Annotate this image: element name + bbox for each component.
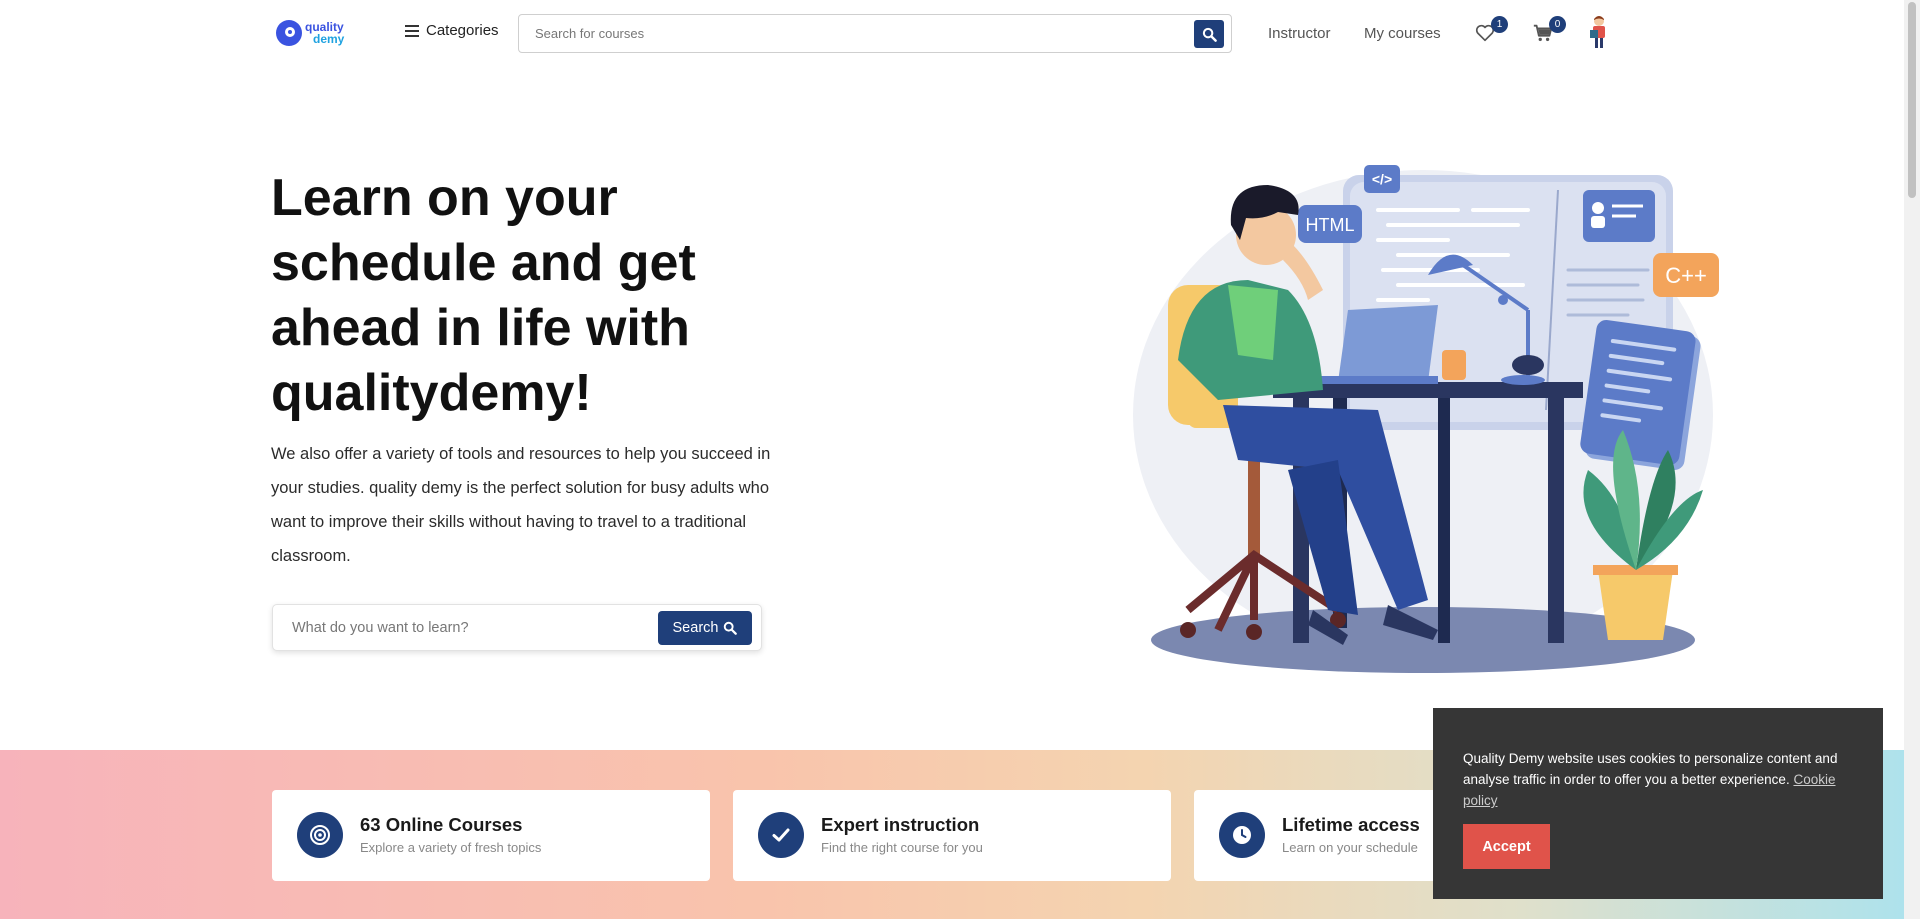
hero-search-input[interactable] bbox=[290, 619, 654, 637]
html-badge-text: HTML bbox=[1306, 215, 1355, 235]
wishlist-count-badge: 1 bbox=[1491, 16, 1508, 33]
logo-text-line2: demy bbox=[313, 32, 345, 46]
search-icon bbox=[724, 621, 738, 635]
feature-title: Expert instruction bbox=[821, 814, 980, 835]
hero-search-button[interactable]: Search bbox=[658, 611, 752, 645]
feature-subtitle: Explore a variety of fresh topics bbox=[360, 840, 542, 855]
target-icon bbox=[297, 812, 343, 858]
avatar-icon bbox=[1590, 16, 1605, 48]
feature-title: 63 Online Courses bbox=[360, 814, 523, 835]
feature-title: Lifetime access bbox=[1282, 814, 1420, 835]
logo-mark-icon bbox=[276, 20, 302, 46]
hamburger-icon bbox=[405, 24, 419, 37]
site-header: quality demy Categories Instructor My co… bbox=[0, 0, 1904, 68]
scrollbar-thumb[interactable] bbox=[1908, 2, 1916, 198]
hero-description: We also offer a variety of tools and res… bbox=[271, 445, 771, 565]
clock-icon bbox=[1219, 812, 1265, 858]
feature-subtitle: Find the right course for you bbox=[821, 840, 983, 855]
feature-card-instruction: Expert instruction Find the right course… bbox=[733, 790, 1171, 881]
cookie-consent-banner: Quality Demy website uses cookies to per… bbox=[1433, 708, 1883, 899]
user-avatar[interactable] bbox=[1588, 14, 1610, 52]
header-search-button[interactable] bbox=[1194, 20, 1224, 48]
hero-search-box: Search bbox=[272, 604, 762, 651]
hero-illustration: </> HTML C++ bbox=[1133, 165, 1719, 673]
code-badge-text: </> bbox=[1372, 171, 1392, 187]
hero-search-button-label: Search bbox=[672, 620, 719, 636]
wishlist-button[interactable]: 1 bbox=[1474, 16, 1508, 46]
feature-subtitle: Learn on your schedule bbox=[1282, 840, 1418, 855]
categories-label: Categories bbox=[426, 22, 499, 39]
header-search-box bbox=[518, 14, 1232, 53]
nav-my-courses-link[interactable]: My courses bbox=[1364, 25, 1441, 42]
header-search-input[interactable] bbox=[533, 25, 1137, 42]
cpp-badge-text: C++ bbox=[1665, 263, 1707, 288]
site-logo[interactable]: quality demy bbox=[276, 20, 344, 46]
cart-button[interactable]: 0 bbox=[1532, 16, 1566, 46]
check-icon bbox=[758, 812, 804, 858]
hero-title: Learn on your schedule and get ahead in … bbox=[271, 169, 696, 422]
page-scrollbar[interactable] bbox=[1904, 0, 1920, 919]
cookie-accept-button[interactable]: Accept bbox=[1463, 824, 1550, 869]
categories-menu-button[interactable]: Categories bbox=[405, 22, 499, 39]
cart-count-badge: 0 bbox=[1549, 16, 1566, 33]
feature-card-courses: 63 Online Courses Explore a variety of f… bbox=[272, 790, 710, 881]
cookie-message: Quality Demy website uses cookies to per… bbox=[1463, 751, 1838, 787]
search-icon bbox=[1202, 27, 1217, 42]
nav-instructor-link[interactable]: Instructor bbox=[1268, 25, 1331, 42]
